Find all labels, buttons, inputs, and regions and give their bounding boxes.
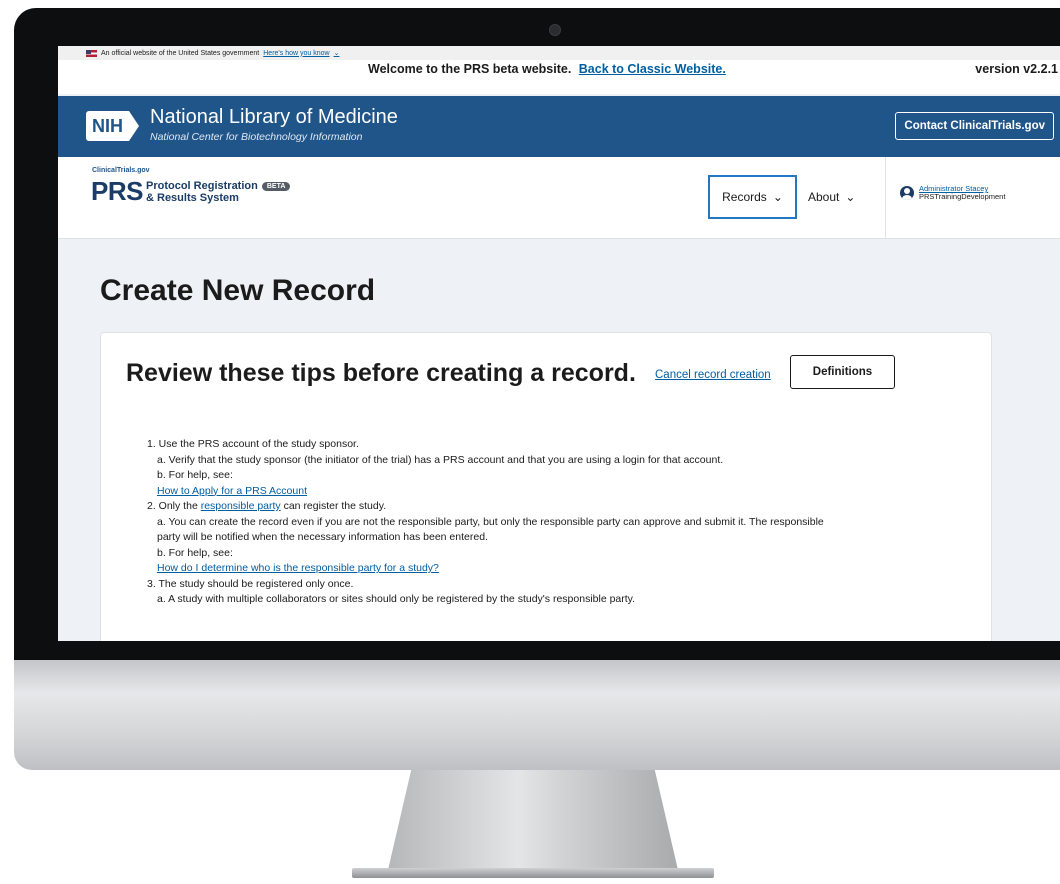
monitor-stand-foot — [352, 868, 714, 878]
user-icon — [900, 186, 914, 200]
tip-3: 3. The study should be registered only o… — [147, 577, 354, 590]
card-heading: Review these tips before creating a reco… — [126, 359, 636, 387]
nlm-header: NIH National Library of Medicine Nationa… — [58, 96, 1060, 157]
contact-button[interactable]: Contact ClinicalTrials.gov — [895, 112, 1054, 140]
gov-banner-text: An official website of the United States… — [101, 49, 260, 57]
responsible-party-link[interactable]: responsible party — [201, 500, 281, 512]
classic-website-link[interactable]: Back to Classic Website. — [579, 62, 726, 76]
monitor-stand — [388, 770, 678, 870]
welcome-text: Welcome to the PRS beta website. — [368, 62, 572, 76]
tip-2: 2. Only the responsible party can regist… — [147, 500, 387, 512]
nlm-subtitle: National Center for Biotechnology Inform… — [150, 131, 363, 143]
user-menu[interactable]: Administrator Stacey PRSTrainingDevelopm… — [900, 185, 1005, 201]
welcome-bar: Welcome to the PRS beta website. Back to… — [58, 60, 1060, 94]
chevron-down-icon[interactable]: ⌄ — [334, 49, 340, 57]
prs-logo[interactable]: PRS — [91, 176, 143, 207]
screen: An official website of the United States… — [58, 46, 1060, 641]
tip-2b: b. For help, see: — [157, 546, 233, 559]
tip-2a-line1: a. You can create the record even if you… — [157, 515, 824, 528]
beta-badge: BETA — [261, 181, 291, 191]
tip-1: 1. Use the PRS account of the study spon… — [147, 438, 359, 450]
tip-2a-line2: party will be notified when the necessar… — [157, 531, 488, 543]
gov-banner-link[interactable]: Here's how you know — [263, 50, 329, 57]
tip-1b: b. For help, see: — [157, 469, 233, 481]
divider — [885, 157, 886, 238]
about-label: About — [808, 190, 840, 204]
nih-chevron-icon — [129, 111, 139, 141]
page-title: Create New Record — [100, 274, 376, 307]
apply-prs-account-link[interactable]: How to Apply for a PRS Account — [157, 485, 307, 497]
us-flag-icon — [86, 49, 97, 57]
records-menu-button[interactable]: Records ⌄ — [708, 175, 797, 219]
prs-line2: & Results System — [146, 192, 239, 204]
prs-line1: Protocol Registration — [146, 180, 258, 192]
cancel-record-link[interactable]: Cancel record creation — [655, 369, 771, 381]
about-menu-button[interactable]: About ⌄ — [808, 175, 855, 219]
definitions-button[interactable]: Definitions — [790, 355, 895, 389]
tips-list: 1. Use the PRS account of the study spon… — [147, 437, 987, 608]
nih-logo[interactable]: NIH — [86, 111, 139, 141]
nih-logo-text: NIH — [86, 111, 129, 141]
camera-icon — [549, 24, 561, 36]
nlm-title: National Library of Medicine — [150, 106, 398, 128]
gov-banner: An official website of the United States… — [58, 46, 1060, 60]
tip-1a: a. Verify that the study sponsor (the in… — [157, 453, 724, 466]
clinicaltrials-label: ClinicalTrials.gov — [92, 167, 150, 174]
tips-card: Review these tips before creating a reco… — [100, 332, 992, 641]
chevron-down-icon: ⌄ — [845, 190, 856, 204]
records-label: Records — [722, 190, 767, 204]
prs-header: ClinicalTrials.gov PRS Protocol Registra… — [58, 157, 1060, 239]
user-org: PRSTrainingDevelopment — [919, 192, 1006, 201]
determine-responsible-party-link[interactable]: How do I determine who is the responsibl… — [157, 562, 439, 574]
tip-3a: a. A study with multiple collaborators o… — [157, 593, 636, 605]
chevron-down-icon: ⌄ — [772, 190, 783, 204]
version-label: version v2.2.1 — [975, 62, 1058, 76]
monitor-chin — [14, 660, 1060, 770]
